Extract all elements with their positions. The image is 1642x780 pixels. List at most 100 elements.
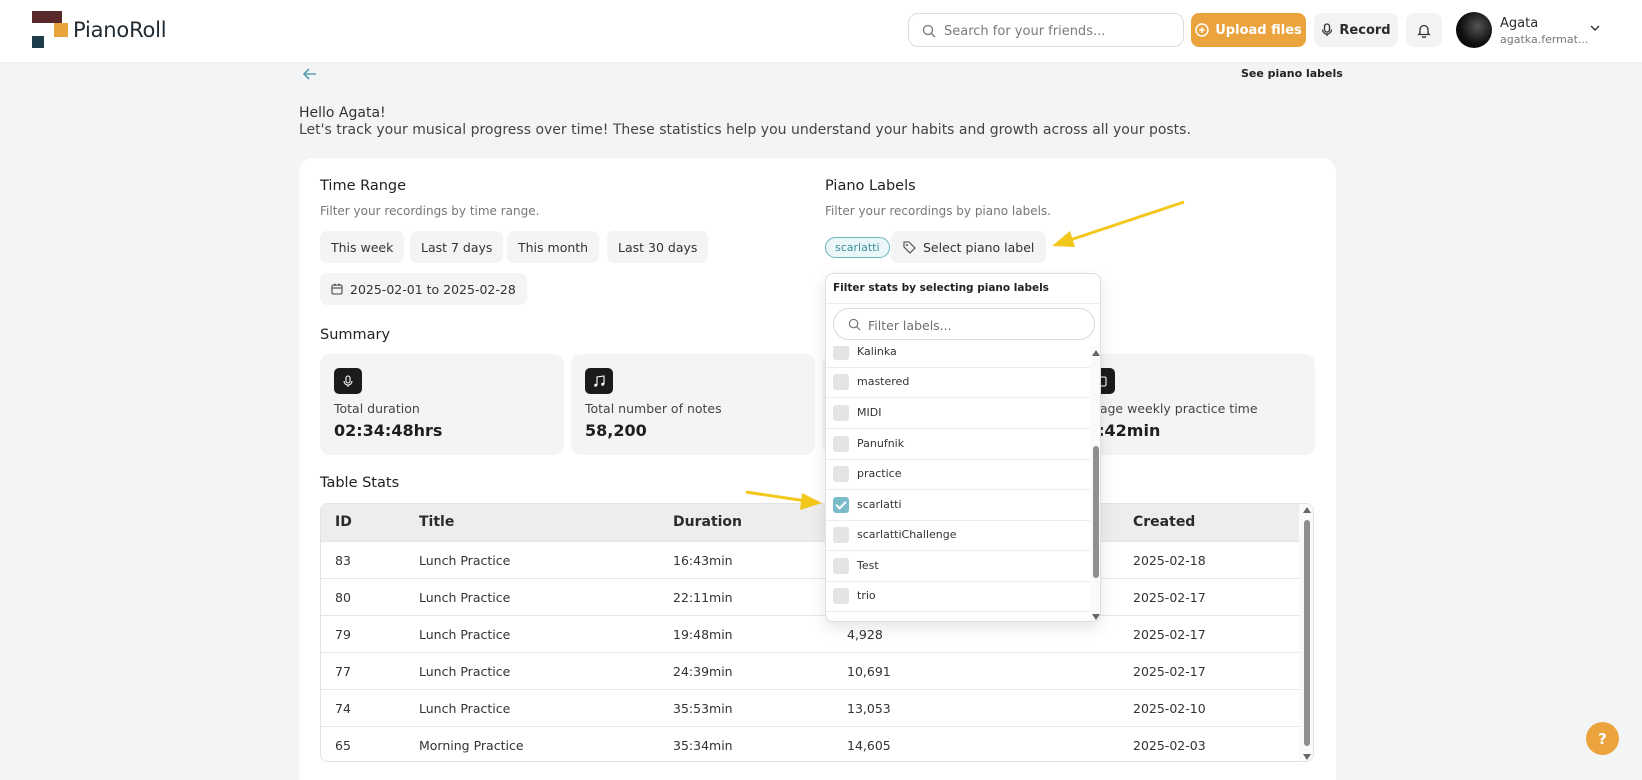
label-filter[interactable] xyxy=(833,308,1095,340)
label-option-text: Kalinka xyxy=(857,346,897,358)
cell-id: 83 xyxy=(335,553,351,568)
chevron-down-icon[interactable] xyxy=(1589,22,1601,34)
cell-duration: 35:53min xyxy=(673,701,733,716)
upload-files-label: Upload files xyxy=(1215,22,1302,38)
piano-labels-subtitle: Filter your recordings by piano labels. xyxy=(825,204,1051,218)
label-option[interactable]: Test xyxy=(826,550,1090,582)
label-option[interactable]: Kalinka xyxy=(826,346,1090,368)
checkbox-checked[interactable] xyxy=(833,497,849,513)
col-created[interactable]: Created xyxy=(1133,514,1195,530)
time-range-subtitle: Filter your recordings by time range. xyxy=(320,204,540,218)
cell-notes: 4,928 xyxy=(847,627,883,642)
cell-id: 79 xyxy=(335,627,351,642)
col-title[interactable]: Title xyxy=(419,514,454,530)
cell-created: 2025-02-17 xyxy=(1133,627,1206,642)
piano-labels-title: Piano Labels xyxy=(825,178,916,194)
label-option[interactable]: scarlattiChallenge xyxy=(826,519,1090,551)
checkbox[interactable] xyxy=(833,588,849,604)
stats-table: ID Title Duration Created 83 Lunch Pract… xyxy=(320,503,1314,762)
checkbox[interactable] xyxy=(833,405,849,421)
stat-label: erage weekly practice time xyxy=(1087,401,1258,416)
upload-files-button[interactable]: Upload files xyxy=(1191,13,1306,47)
search-input[interactable] xyxy=(944,20,1174,42)
help-button[interactable]: ? xyxy=(1586,722,1619,755)
pianoroll-logo[interactable] xyxy=(32,11,72,49)
table-row[interactable]: 83 Lunch Practice 16:43min 2025-02-18 xyxy=(321,541,1313,578)
cell-title: Lunch Practice xyxy=(419,701,511,716)
time-range-title: Time Range xyxy=(320,178,407,194)
table-row[interactable]: 79 Lunch Practice 19:48min 4,928 2025-02… xyxy=(321,615,1313,652)
label-option[interactable]: Panufnik xyxy=(826,428,1090,460)
cell-id: 65 xyxy=(335,738,351,753)
checkbox[interactable] xyxy=(833,527,849,543)
cell-duration: 22:11min xyxy=(673,590,733,605)
chip-last-30-days[interactable]: Last 30 days xyxy=(607,231,709,263)
annotation-arrow-icon xyxy=(745,490,822,510)
cell-id: 77 xyxy=(335,664,351,679)
label-option[interactable]: practice xyxy=(826,458,1090,490)
brand-name[interactable]: PianoRoll xyxy=(73,18,167,42)
mic-icon xyxy=(1322,23,1333,36)
cell-created: 2025-02-03 xyxy=(1133,738,1206,753)
back-arrow-icon[interactable] xyxy=(300,64,320,84)
cell-title: Lunch Practice xyxy=(419,553,511,568)
user-name[interactable]: Agata xyxy=(1500,16,1538,31)
table-stats-title: Table Stats xyxy=(320,475,400,491)
dropdown-title: Filter stats by selecting piano labels xyxy=(833,282,1049,294)
checkbox[interactable] xyxy=(833,346,849,360)
cell-notes: 13,053 xyxy=(847,701,891,716)
checkbox[interactable] xyxy=(833,466,849,482)
intro-text: Let's track your musical progress over t… xyxy=(299,122,1191,138)
chip-last-7-days[interactable]: Last 7 days xyxy=(410,231,504,263)
stat-total-notes: Total number of notes 58,200 xyxy=(571,354,815,455)
cell-notes: 10,691 xyxy=(847,664,891,679)
col-duration[interactable]: Duration xyxy=(673,514,742,530)
label-option[interactable]: mastered xyxy=(826,366,1090,398)
select-piano-label-button[interactable]: Select piano label xyxy=(891,231,1047,263)
checkbox[interactable] xyxy=(833,374,849,390)
see-piano-labels-link[interactable]: See piano labels xyxy=(1241,67,1343,80)
cell-duration: 24:39min xyxy=(673,664,733,679)
avatar[interactable] xyxy=(1456,12,1492,48)
divider xyxy=(826,303,1100,304)
chip-this-week[interactable]: This week xyxy=(320,231,405,263)
cell-id: 74 xyxy=(335,701,351,716)
friend-search[interactable] xyxy=(908,13,1184,47)
checkbox[interactable] xyxy=(833,436,849,452)
table-row[interactable]: 74 Lunch Practice 35:53min 13,053 2025-0… xyxy=(321,689,1313,726)
table-row[interactable]: 77 Lunch Practice 24:39min 10,691 2025-0… xyxy=(321,652,1313,689)
user-email[interactable]: agatka.fermat... xyxy=(1500,33,1588,46)
date-range-picker[interactable]: 2025-02-01 to 2025-02-28 xyxy=(320,273,527,305)
chip-this-month[interactable]: This month xyxy=(507,231,600,263)
cell-title: Lunch Practice xyxy=(419,590,511,605)
cell-title: Lunch Practice xyxy=(419,627,511,642)
table-scrollbar[interactable] xyxy=(1299,504,1313,761)
selected-label-pill[interactable]: scarlatti xyxy=(825,237,890,258)
table-row[interactable]: 80 Lunch Practice 22:11min 2025-02-17 xyxy=(321,578,1313,615)
cell-duration: 35:34min xyxy=(673,738,733,753)
stat-weekly-practice: erage weekly practice time 3:42min xyxy=(1073,354,1315,455)
label-option[interactable]: trio xyxy=(826,580,1090,612)
label-option-selected[interactable]: scarlatti xyxy=(826,489,1090,521)
label-filter-input[interactable] xyxy=(868,315,1078,335)
stat-label: Total duration xyxy=(334,401,420,416)
cell-title: Lunch Practice xyxy=(419,664,511,679)
cell-created: 2025-02-10 xyxy=(1133,701,1206,716)
record-button[interactable]: Record xyxy=(1314,13,1398,47)
notifications-button[interactable] xyxy=(1406,13,1442,47)
label-option[interactable]: MIDI xyxy=(826,397,1090,429)
label-option-text: trio xyxy=(857,589,876,602)
greeting: Hello Agata! xyxy=(299,105,386,121)
dropdown-scrollbar[interactable] xyxy=(1090,346,1100,621)
cell-duration: 19:48min xyxy=(673,627,733,642)
checkbox[interactable] xyxy=(833,558,849,574)
stat-label: Total number of notes xyxy=(585,401,722,416)
cell-created: 2025-02-17 xyxy=(1133,590,1206,605)
date-range-value: 2025-02-01 to 2025-02-28 xyxy=(350,281,516,297)
cell-id: 80 xyxy=(335,590,351,605)
calendar-icon xyxy=(331,283,343,295)
col-id[interactable]: ID xyxy=(335,514,352,530)
music-note-icon xyxy=(585,368,613,394)
table-row[interactable]: 65 Morning Practice 35:34min 14,605 2025… xyxy=(321,726,1313,761)
label-option-text: practice xyxy=(857,467,902,480)
